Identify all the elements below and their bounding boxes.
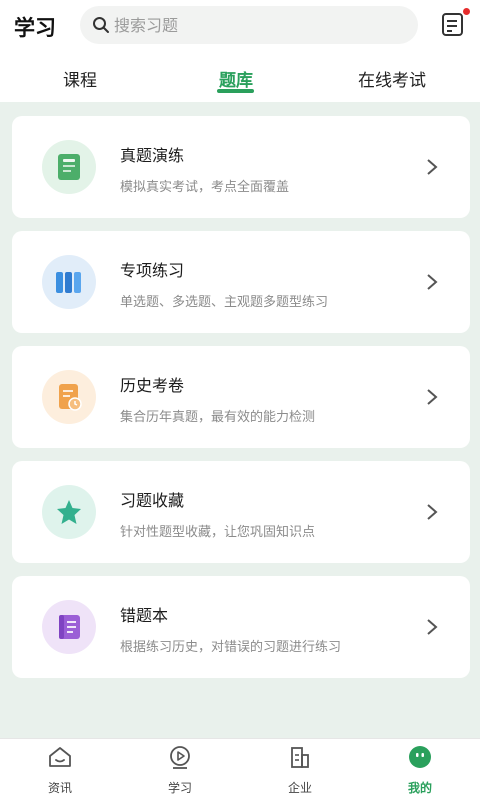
note-button[interactable] xyxy=(440,8,470,38)
search-bar[interactable] xyxy=(80,6,418,44)
nav-label: 学习 xyxy=(167,781,192,795)
chevron-right-icon xyxy=(427,274,438,290)
building-icon xyxy=(291,747,309,768)
card-description: 针对性题型收藏，让您巩固知识点 xyxy=(120,525,316,540)
nav-study[interactable]: 学习 xyxy=(120,739,240,800)
books-icon xyxy=(56,272,81,293)
card-title: 习题收藏 xyxy=(120,491,185,510)
book-icon xyxy=(58,154,80,180)
page-title: 学习 xyxy=(14,16,56,40)
card-title: 真题演练 xyxy=(120,146,185,165)
card-title: 专项练习 xyxy=(120,261,185,280)
card-description: 集合历年真题，最有效的能力检测 xyxy=(120,410,316,425)
card-icon-wrap xyxy=(42,485,96,539)
nav-news[interactable]: 资讯 xyxy=(0,739,120,800)
card-favorites[interactable]: 习题收藏 针对性题型收藏，让您巩固知识点 xyxy=(12,461,470,563)
home-icon xyxy=(49,747,71,767)
chevron-right-icon xyxy=(427,389,438,405)
card-description: 根据练习历史，对错误的习题进行练习 xyxy=(120,640,342,655)
nav-mine[interactable]: 我的 xyxy=(360,739,480,800)
nav-label: 资讯 xyxy=(47,781,72,795)
card-special-practice[interactable]: 专项练习 单选题、多选题、主观题多题型练习 xyxy=(12,231,470,333)
card-icon-wrap xyxy=(42,600,96,654)
active-tab-indicator xyxy=(217,89,254,93)
tab-bar: 课程 题库 在线考试 xyxy=(0,52,480,102)
chevron-right-icon xyxy=(427,619,438,635)
profile-icon xyxy=(409,746,431,768)
notification-dot xyxy=(463,8,470,15)
search-input[interactable] xyxy=(114,6,404,44)
top-bar: 学习 xyxy=(0,0,480,52)
card-description: 单选题、多选题、主观题多题型练习 xyxy=(120,295,329,310)
nav-label: 我的 xyxy=(407,781,432,795)
bottom-nav: 资讯 学习 企业 我的 xyxy=(0,738,480,800)
card-wrong-answers[interactable]: 错题本 根据练习历史，对错误的习题进行练习 xyxy=(12,576,470,678)
card-history-papers[interactable]: 历史考卷 集合历年真题，最有效的能力检测 xyxy=(12,346,470,448)
card-title: 历史考卷 xyxy=(120,376,185,395)
card-description: 模拟真实考试，考点全面覆盖 xyxy=(120,180,290,195)
card-icon-wrap xyxy=(42,370,96,424)
card-real-exam-practice[interactable]: 真题演练 模拟真实考试，考点全面覆盖 xyxy=(12,116,470,218)
tab-courses[interactable]: 课程 xyxy=(60,66,100,91)
nav-company[interactable]: 企业 xyxy=(240,739,360,800)
notebook-icon xyxy=(59,615,80,639)
exam-paper-icon xyxy=(59,384,82,411)
star-icon xyxy=(57,500,81,524)
card-title: 错题本 xyxy=(120,606,169,625)
play-icon xyxy=(170,746,190,769)
card-icon-wrap xyxy=(42,140,96,194)
chevron-right-icon xyxy=(427,504,438,520)
tab-question-bank[interactable]: 题库 xyxy=(216,66,256,91)
search-icon xyxy=(93,17,109,33)
nav-label: 企业 xyxy=(287,781,312,795)
tab-online-exam[interactable]: 在线考试 xyxy=(352,66,432,91)
chevron-right-icon xyxy=(427,159,438,175)
card-icon-wrap xyxy=(42,255,96,309)
